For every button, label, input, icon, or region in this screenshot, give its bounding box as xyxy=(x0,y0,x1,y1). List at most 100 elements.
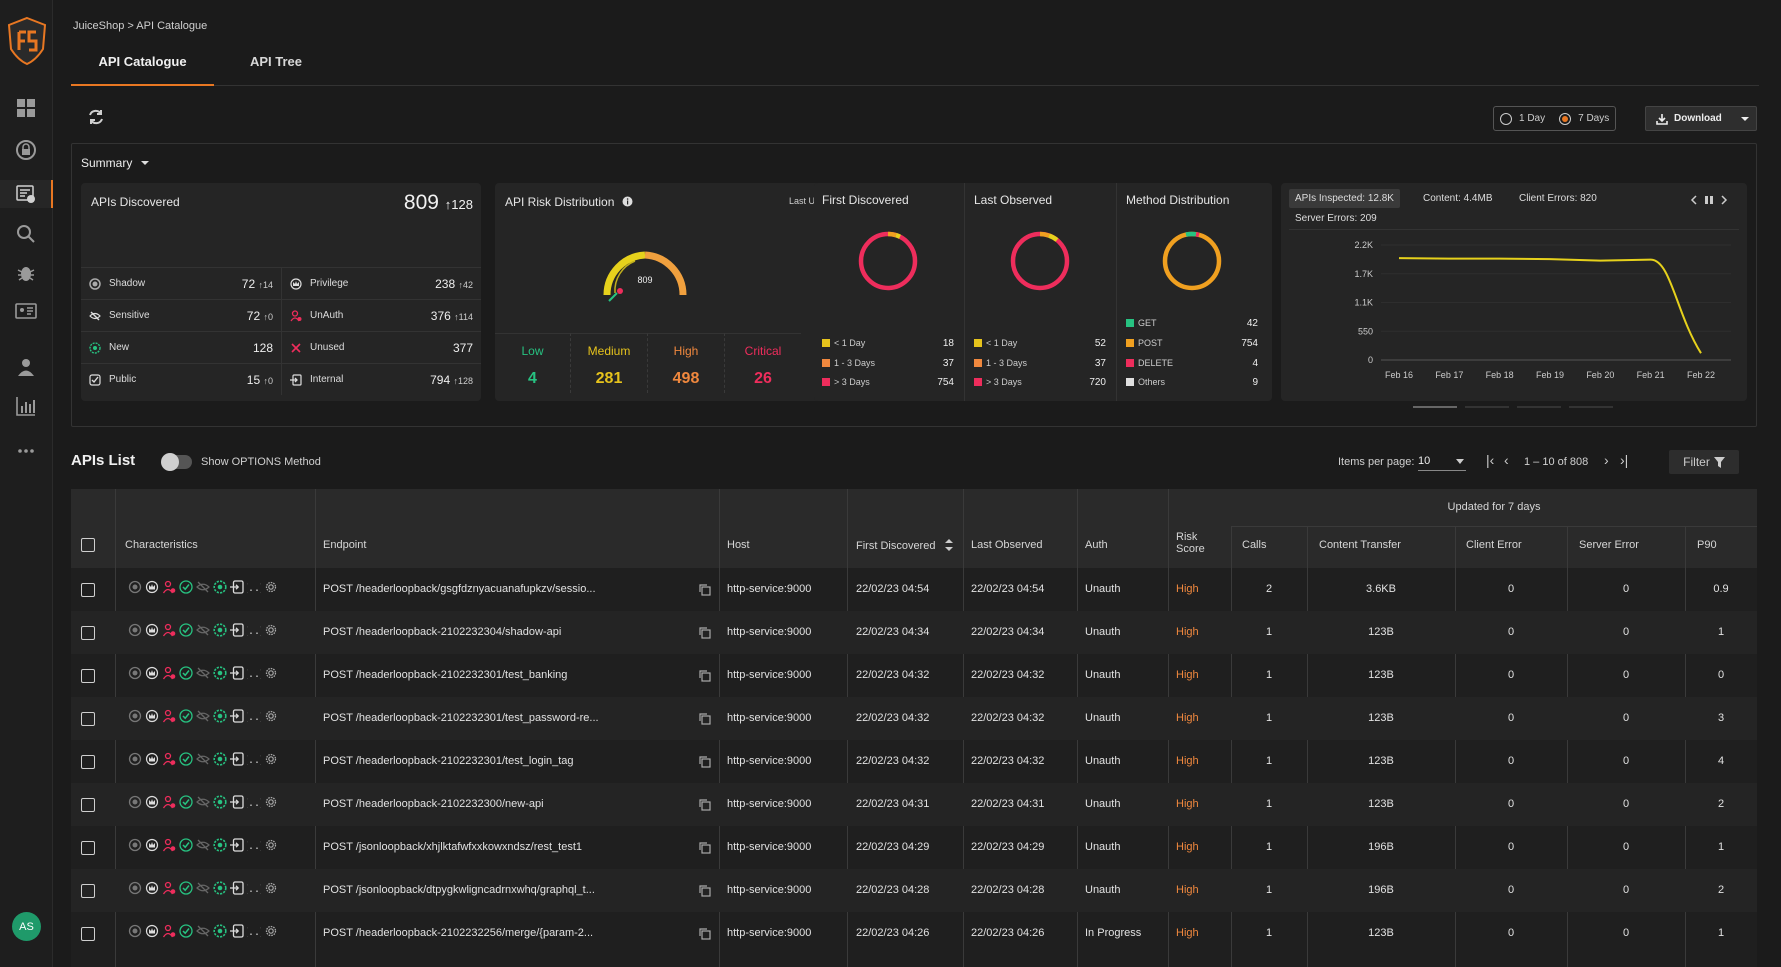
table-row[interactable]: {..} POST /headerloopback-2102232300/new-… xyxy=(71,783,1757,826)
settings-gear-icon[interactable] xyxy=(264,623,278,637)
cell-endpoint[interactable]: POST /headerloopback-2102232256/merge/{p… xyxy=(323,927,593,939)
api-catalogue-icon[interactable] xyxy=(0,180,53,208)
eye-slash-icon[interactable] xyxy=(196,623,210,637)
row-checkbox[interactable] xyxy=(81,712,95,726)
settings-gear-icon[interactable] xyxy=(264,752,278,766)
carousel-dot[interactable] xyxy=(1465,406,1509,408)
shadow-icon[interactable] xyxy=(128,623,142,637)
internal-login-icon[interactable] xyxy=(230,580,244,594)
settings-gear-icon[interactable] xyxy=(264,838,278,852)
internal-login-icon[interactable] xyxy=(230,838,244,852)
col-server-error[interactable]: Server Error xyxy=(1579,539,1639,551)
copy-icon[interactable] xyxy=(698,583,711,596)
table-row[interactable]: {..} POST /headerloopback-2102232301/test… xyxy=(71,740,1757,783)
col-first-discovered[interactable]: First Discovered xyxy=(856,539,953,552)
id-card-icon[interactable] xyxy=(12,297,40,325)
internal-login-icon[interactable] xyxy=(230,666,244,680)
pause-icon[interactable] xyxy=(1704,195,1714,205)
first-discovered-donut[interactable] xyxy=(856,229,920,293)
radio-7-days-label[interactable]: 7 Days xyxy=(1578,113,1609,124)
shadow-icon[interactable] xyxy=(128,881,142,895)
info-icon[interactable] xyxy=(622,196,633,207)
shadow-icon[interactable] xyxy=(128,838,142,852)
cell-endpoint[interactable]: POST /headerloopback-2102232301/test_ban… xyxy=(323,669,567,681)
internal-login-icon[interactable] xyxy=(230,881,244,895)
dashboard-icon[interactable] xyxy=(12,94,40,122)
copy-icon[interactable] xyxy=(698,712,711,725)
verified-check-icon[interactable] xyxy=(179,881,193,895)
table-row[interactable]: {..} POST /headerloopback-2102232256/merg… xyxy=(71,912,1757,955)
unauth-user-icon[interactable] xyxy=(162,580,176,594)
crown-icon[interactable] xyxy=(145,580,159,594)
table-row[interactable]: {..} POST /headerloopback/gsgfdznyacuanaf… xyxy=(71,568,1757,611)
more-icon[interactable] xyxy=(12,437,40,465)
internal-login-icon[interactable] xyxy=(230,924,244,938)
row-checkbox[interactable] xyxy=(81,669,95,683)
col-endpoint[interactable]: Endpoint xyxy=(323,539,366,551)
stat-public[interactable]: Public 15 ↑0 xyxy=(81,363,281,395)
crown-icon[interactable] xyxy=(145,623,159,637)
internal-login-icon[interactable] xyxy=(230,752,244,766)
col-p90[interactable]: P90 xyxy=(1697,539,1717,551)
settings-gear-icon[interactable] xyxy=(264,666,278,680)
tab-api-tree[interactable]: API Tree xyxy=(231,54,321,86)
new-badge-icon[interactable] xyxy=(213,666,227,680)
shadow-icon[interactable] xyxy=(128,795,142,809)
unauth-user-icon[interactable] xyxy=(162,795,176,809)
shadow-icon[interactable] xyxy=(128,924,142,938)
eye-slash-icon[interactable] xyxy=(196,795,210,809)
table-row[interactable]: {..} POST /headerloopback-2102232301/test… xyxy=(71,654,1757,697)
method-distribution-donut[interactable] xyxy=(1160,229,1224,293)
col-calls[interactable]: Calls xyxy=(1242,539,1266,551)
json-brackets-icon[interactable]: {..} xyxy=(242,580,266,595)
summary-dropdown[interactable]: Summary xyxy=(81,156,150,170)
row-checkbox[interactable] xyxy=(81,755,95,769)
verified-check-icon[interactable] xyxy=(179,752,193,766)
internal-login-icon[interactable] xyxy=(230,709,244,723)
new-badge-icon[interactable] xyxy=(213,924,227,938)
security-icon[interactable] xyxy=(12,136,40,164)
row-checkbox[interactable] xyxy=(81,798,95,812)
json-brackets-icon[interactable]: {..} xyxy=(242,795,266,810)
metric-apis-inspected[interactable]: APIs Inspected: 12.8K xyxy=(1289,189,1400,208)
eye-slash-icon[interactable] xyxy=(196,838,210,852)
radio-1-day[interactable] xyxy=(1500,112,1512,125)
col-characteristics[interactable]: Characteristics xyxy=(125,539,198,551)
stat-sensitive[interactable]: Sensitive 72 ↑0 xyxy=(81,299,281,331)
json-brackets-icon[interactable]: {..} xyxy=(242,666,266,681)
unauth-user-icon[interactable] xyxy=(162,838,176,852)
settings-gear-icon[interactable] xyxy=(264,881,278,895)
filter-button[interactable]: Filter xyxy=(1669,450,1739,474)
shadow-icon[interactable] xyxy=(128,580,142,594)
options-method-toggle[interactable] xyxy=(161,453,192,471)
col-auth[interactable]: Auth xyxy=(1085,539,1108,551)
verified-check-icon[interactable] xyxy=(179,838,193,852)
stat-shadow[interactable]: Shadow 72 ↑14 xyxy=(81,267,281,299)
eye-slash-icon[interactable] xyxy=(196,924,210,938)
unauth-user-icon[interactable] xyxy=(162,752,176,766)
prev-page-icon[interactable]: ‹ xyxy=(1504,452,1509,468)
table-row[interactable]: {..} POST /headerloopback-2102232301/test… xyxy=(71,697,1757,740)
settings-gear-icon[interactable] xyxy=(264,924,278,938)
stat-new[interactable]: New 128 xyxy=(81,331,281,363)
json-brackets-icon[interactable]: {..} xyxy=(242,881,266,896)
crown-icon[interactable] xyxy=(145,795,159,809)
crown-icon[interactable] xyxy=(145,924,159,938)
col-content-transfer[interactable]: Content Transfer xyxy=(1319,539,1401,551)
risk-low[interactable]: Low 4 xyxy=(495,333,570,393)
table-row[interactable]: {..} POST /jsonloopback/dtpygkwligncadrnx… xyxy=(71,869,1757,912)
unauth-user-icon[interactable] xyxy=(162,924,176,938)
radio-1-day-label[interactable]: 1 Day xyxy=(1519,113,1545,124)
stat-unauth[interactable]: UnAuth 376 ↑114 xyxy=(281,299,481,331)
crown-icon[interactable] xyxy=(145,838,159,852)
eye-slash-icon[interactable] xyxy=(196,752,210,766)
copy-icon[interactable] xyxy=(698,841,711,854)
reports-chart-icon[interactable] xyxy=(12,392,40,420)
new-badge-icon[interactable] xyxy=(213,580,227,594)
stat-unused[interactable]: Unused 377 xyxy=(281,331,481,363)
chevron-right-icon[interactable] xyxy=(1720,195,1728,205)
table-row[interactable]: {..} POST /jsonloopback/xhjlktafwfxxkowxn… xyxy=(71,826,1757,869)
last-page-icon[interactable]: ›| xyxy=(1620,452,1628,468)
app-logo[interactable] xyxy=(6,16,48,66)
first-page-icon[interactable]: |‹ xyxy=(1486,452,1494,468)
